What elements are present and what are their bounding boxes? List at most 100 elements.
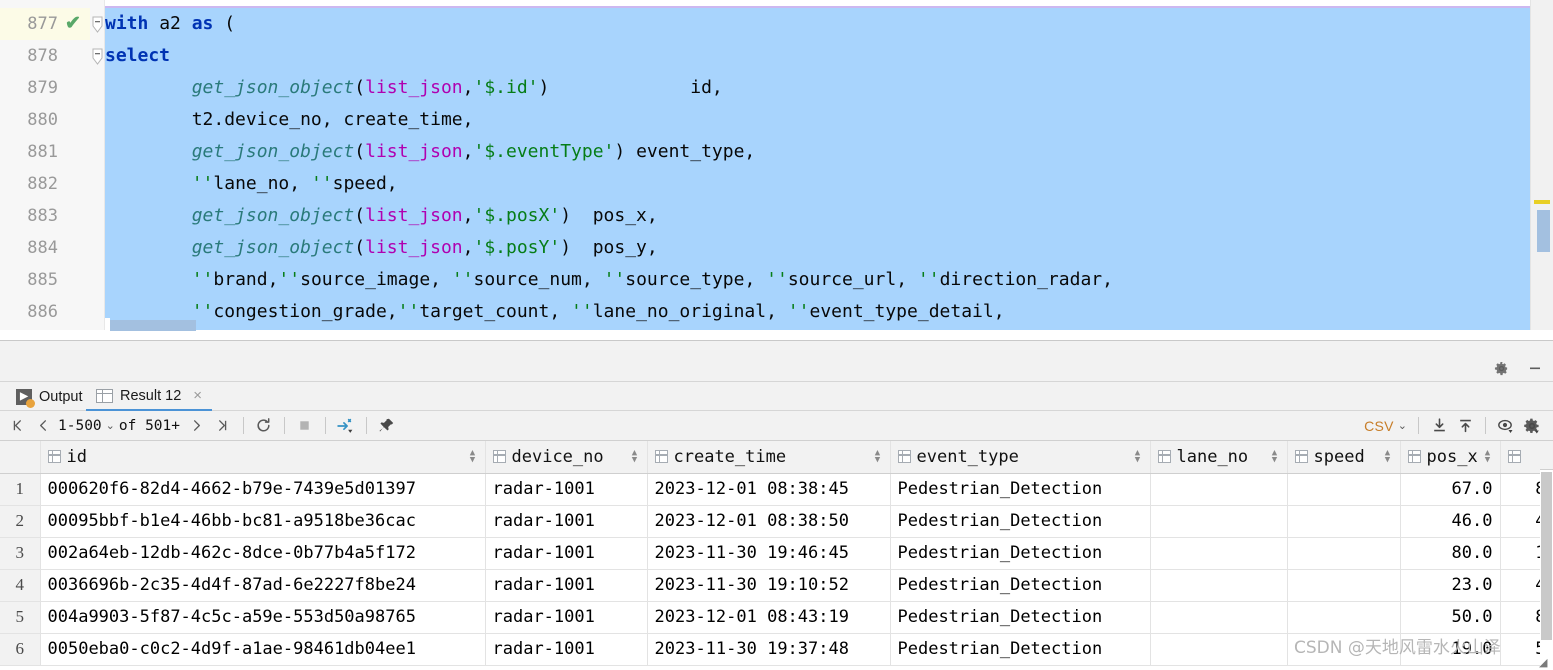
editor-horizontal-scroll-thumb[interactable] [110,320,196,331]
table-cell[interactable]: radar-1001 [485,473,648,506]
column-header-speed[interactable]: speed ▲ ▼ [1287,441,1401,474]
table-cell[interactable]: 002a64eb-12db-462c-8dce-0b77b4a5f172 [40,537,486,570]
editor-vertical-scrollbar[interactable] [1530,0,1553,330]
table-cell[interactable]: 2023-11-30 19:37:48 [647,633,891,666]
refresh-icon[interactable] [251,413,277,439]
table-row[interactable]: 3 002a64eb-12db-462c-8dce-0b77b4a5f172 rad… [0,537,1553,570]
first-page-icon[interactable] [4,413,30,439]
table-cell[interactable] [1150,473,1288,506]
panel-splitter[interactable] [0,340,1553,354]
sort-arrows-icon[interactable]: ▲ ▼ [1483,448,1493,464]
modify-rows-icon[interactable] [333,413,359,439]
table-cell[interactable] [1150,569,1288,602]
table-cell[interactable]: Pedestrian_Detection [890,601,1151,634]
sort-arrows-icon[interactable]: ▲ ▼ [468,448,478,464]
grid-vertical-scroll-thumb[interactable] [1541,472,1552,640]
table-cell[interactable]: 2023-11-30 19:46:45 [647,537,891,570]
table-cell[interactable] [1287,633,1401,666]
chevron-down-icon[interactable]: ⌄ [104,419,119,432]
sql-editor[interactable]: with a2 as (select get_json_object(list_… [0,0,1553,340]
sort-arrows-icon[interactable]: ▲ ▼ [1133,448,1143,464]
row-number: 4 [0,569,41,602]
row-number: 5 [0,601,41,634]
table-cell[interactable] [1150,633,1288,666]
table-cell[interactable]: radar-1001 [485,537,648,570]
column-header-create_time[interactable]: create_time ▲ ▼ [647,441,891,474]
table-cell[interactable]: 2023-12-01 08:38:45 [647,473,891,506]
table-row[interactable]: 1 000620f6-82d4-4662-b79e-7439e5d01397 rad… [0,473,1553,506]
table-cell[interactable]: radar-1001 [485,633,648,666]
sort-arrows-icon[interactable]: ▲ ▼ [1383,448,1393,464]
next-page-icon[interactable] [184,413,210,439]
view-as-icon[interactable] [1493,413,1519,439]
last-page-icon[interactable] [210,413,236,439]
tab-result-12[interactable]: Result 12 × [86,382,213,411]
code-selection-area[interactable]: with a2 as (select get_json_object(list_… [105,8,1530,330]
data-settings-icon[interactable] [1519,413,1545,439]
table-cell[interactable]: 2023-12-01 08:38:50 [647,505,891,538]
table-cell[interactable]: radar-1001 [485,569,648,602]
resize-grip-icon[interactable]: ◢ [1539,656,1551,669]
table-cell[interactable] [1150,537,1288,570]
table-cell[interactable]: 23.0 [1400,569,1501,602]
column-header-pos_x[interactable]: pos_x ▲ ▼ [1400,441,1501,474]
table-cell[interactable]: 0050eba0-c0c2-4d9f-a1ae-98461db04ee1 [40,633,486,666]
table-cell[interactable]: 19.0 [1400,633,1501,666]
export-format-label[interactable]: CSV [1364,418,1396,434]
table-cell[interactable]: radar-1001 [485,601,648,634]
stop-icon[interactable] [292,413,318,439]
table-cell[interactable] [1287,505,1401,538]
table-cell[interactable]: Pedestrian_Detection [890,633,1151,666]
table-cell[interactable]: Pedestrian_Detection [890,505,1151,538]
pin-tab-icon[interactable] [374,413,400,439]
table-cell[interactable]: 00095bbf-b1e4-46bb-bc81-a9518be36cac [40,505,486,538]
table-row[interactable]: 2 00095bbf-b1e4-46bb-bc81-a9518be36cac rad… [0,505,1553,538]
table-cell[interactable]: Pedestrian_Detection [890,569,1151,602]
table-cell[interactable] [1150,505,1288,538]
column-header-device_no[interactable]: device_no ▲ ▼ [485,441,648,474]
table-cell[interactable] [1287,473,1401,506]
sort-arrows-icon[interactable]: ▲ ▼ [873,448,883,464]
fold-toggle-icon[interactable] [92,8,104,40]
column-header-id[interactable]: id ▲ ▼ [40,441,486,474]
column-header-lane_no[interactable]: lane_no ▲ ▼ [1150,441,1288,474]
result-toolbar[interactable]: 1-500 ⌄ of 501+ CSV ⌄ [0,411,1553,441]
table-cell[interactable]: radar-1001 [485,505,648,538]
table-row[interactable]: 6 0050eba0-c0c2-4d9f-a1ae-98461db04ee1 rad… [0,633,1553,666]
result-grid[interactable]: id ▲ ▼ device_no ▲ ▼ create_time ▲ ▼ event_type ▲ ▼… [0,441,1553,670]
prev-page-icon[interactable] [30,413,56,439]
table-cell[interactable]: 2023-12-01 08:43:19 [647,601,891,634]
table-row[interactable]: 4 0036696b-2c35-4d4f-87ad-6e2227f8be24 rad… [0,569,1553,602]
gear-icon[interactable] [1491,358,1511,378]
line-number: 881 [27,142,58,162]
table-cell[interactable]: Pedestrian_Detection [890,473,1151,506]
tab-output[interactable]: ▶ Output [6,382,93,411]
table-cell[interactable] [1287,569,1401,602]
table-cell[interactable]: 2023-11-30 19:10:52 [647,569,891,602]
table-cell[interactable]: 80.0 [1400,537,1501,570]
table-row[interactable]: 5 004a9903-5f87-4c5c-a59e-553d50a98765 rad… [0,601,1553,634]
table-cell[interactable] [1287,601,1401,634]
table-cell[interactable]: 0036696b-2c35-4d4f-87ad-6e2227f8be24 [40,569,486,602]
table-cell[interactable]: Pedestrian_Detection [890,537,1151,570]
column-header-event_type[interactable]: event_type ▲ ▼ [890,441,1151,474]
editor-vertical-scroll-thumb[interactable] [1537,210,1550,252]
table-cell[interactable]: 67.0 [1400,473,1501,506]
table-cell[interactable]: 004a9903-5f87-4c5c-a59e-553d50a98765 [40,601,486,634]
upload-icon[interactable] [1452,413,1478,439]
result-tabs[interactable]: ▶ Output Result 12 × [0,382,1553,411]
table-cell[interactable] [1150,601,1288,634]
sort-arrows-icon[interactable]: ▲ ▼ [1270,448,1280,464]
download-icon[interactable] [1426,413,1452,439]
page-range-value[interactable]: 1-500 [56,418,104,434]
minimize-icon[interactable] [1525,358,1545,378]
close-icon[interactable]: × [193,387,202,404]
sort-arrows-icon[interactable]: ▲ ▼ [630,448,640,464]
table-cell[interactable]: 46.0 [1400,505,1501,538]
chevron-down-icon[interactable]: ⌄ [1396,419,1411,432]
code-token: '' [191,301,214,322]
table-cell[interactable]: 50.0 [1400,601,1501,634]
table-cell[interactable]: 000620f6-82d4-4662-b79e-7439e5d01397 [40,473,486,506]
fold-toggle-icon[interactable] [92,40,104,72]
table-cell[interactable] [1287,537,1401,570]
